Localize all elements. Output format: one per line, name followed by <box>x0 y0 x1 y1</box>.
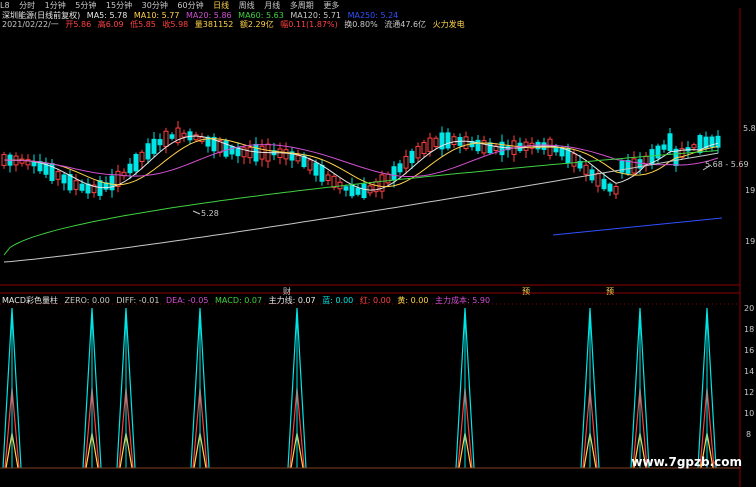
candle-body <box>73 180 79 190</box>
candle-body <box>613 185 619 195</box>
macd-spikes <box>0 307 740 469</box>
candle-body <box>385 173 391 184</box>
candle-body <box>355 187 361 195</box>
candle-body <box>301 155 307 168</box>
candle-body <box>403 155 409 169</box>
candle-body <box>307 159 313 171</box>
candle-body <box>433 137 439 148</box>
candle-body <box>55 171 61 180</box>
macd-axis-label: 8 <box>746 430 752 439</box>
candle-body <box>481 140 487 154</box>
watermark: www.7gpzb.com <box>631 455 742 469</box>
candle-body <box>415 145 421 159</box>
candle-body <box>253 143 259 162</box>
candle-body <box>325 174 331 181</box>
candle-body <box>157 139 163 146</box>
macd-axis-label: 12 <box>744 388 755 397</box>
candle-body <box>181 132 187 138</box>
candle-body <box>691 144 697 149</box>
candle-body <box>475 139 481 152</box>
candle-body <box>145 143 151 160</box>
macd-info-line: MACD彩色量柱 ZERO: 0.00 DIFF: -0.01 DEA: -0.… <box>2 295 494 306</box>
ma60-line <box>3 150 719 256</box>
candle-body <box>667 133 673 151</box>
candle-body <box>607 183 613 192</box>
candle-body <box>451 136 457 146</box>
candle-body <box>427 137 433 152</box>
macd-axis-label: 10 <box>744 409 755 418</box>
macd-diff: DIFF: -0.01 <box>116 296 160 305</box>
candle-body <box>421 142 427 155</box>
candle-body <box>397 163 403 173</box>
candle-body <box>595 172 601 187</box>
macd-axis-label: 18 <box>744 325 755 334</box>
candle-body <box>361 183 367 199</box>
candle-body <box>715 135 721 148</box>
candle-body <box>169 134 175 139</box>
candle-body <box>343 186 349 191</box>
chart-canvas[interactable] <box>0 0 756 487</box>
candle-body <box>409 150 415 164</box>
candle-body <box>295 155 301 162</box>
candle-body <box>151 138 157 154</box>
macd-main: 主力线: 0.07 <box>268 296 316 305</box>
candle-body <box>391 166 397 181</box>
range-annotation: 5.68 - 5.69 <box>705 160 749 169</box>
candle-body <box>313 162 319 176</box>
candle-body <box>79 183 85 191</box>
candle-body <box>19 158 25 164</box>
candle-body <box>583 164 589 175</box>
candle-body <box>247 147 253 159</box>
event-marker-forecast[interactable]: 预 <box>606 286 614 297</box>
candle-body <box>331 175 337 188</box>
candle-body <box>367 185 373 194</box>
candle-body <box>85 183 91 194</box>
ma250-segment <box>552 217 723 236</box>
candle-body <box>61 174 67 184</box>
candle-body <box>559 147 565 157</box>
macd-axis-label: 16 <box>744 346 755 355</box>
candle-body <box>319 165 325 182</box>
candle-body <box>463 136 469 149</box>
candle-body <box>349 184 355 197</box>
candle-body <box>127 163 133 174</box>
candle-body <box>283 149 289 160</box>
macd-cost: 主力成本: 5.90 <box>435 296 491 305</box>
low-pointer <box>192 210 201 215</box>
candle-body <box>163 130 169 147</box>
macd-yellow: 黄: 0.00 <box>397 296 429 305</box>
price-axis-label-mid: 19 <box>745 186 756 195</box>
macd-dea: DEA: -0.05 <box>165 296 209 305</box>
ma120-line <box>3 152 719 263</box>
ma-lines <box>3 135 719 263</box>
candle-body <box>655 145 661 159</box>
candle-body <box>445 132 451 149</box>
price-axis-label-low: 19 <box>745 237 756 246</box>
candle-body <box>67 174 73 191</box>
candle-body <box>631 158 637 174</box>
low-price-annotation: 5.28 <box>201 209 219 218</box>
macd-blue: 蓝: 0.00 <box>322 296 354 305</box>
macd-zero: ZERO: 0.00 <box>64 296 110 305</box>
candle-body <box>661 144 667 150</box>
candle-body <box>487 142 493 154</box>
macd-red: 红: 0.00 <box>359 296 391 305</box>
event-marker-forecast[interactable]: 预 <box>522 286 530 297</box>
candle-body <box>625 160 631 174</box>
candle-body <box>571 153 577 167</box>
candle-body <box>133 153 139 172</box>
macd-title[interactable]: MACD彩色量柱 <box>2 296 58 305</box>
price-axis-label-top: 5.88 <box>743 124 756 133</box>
candle-body <box>601 178 607 190</box>
chart-grid <box>0 8 741 487</box>
macd-axis-label: 20 <box>744 304 755 313</box>
macd-value: MACD: 0.07 <box>215 296 263 305</box>
candle-body <box>109 175 115 191</box>
macd-axis-label: 14 <box>744 367 755 376</box>
candle-body <box>139 151 145 162</box>
candle-body <box>31 161 37 167</box>
